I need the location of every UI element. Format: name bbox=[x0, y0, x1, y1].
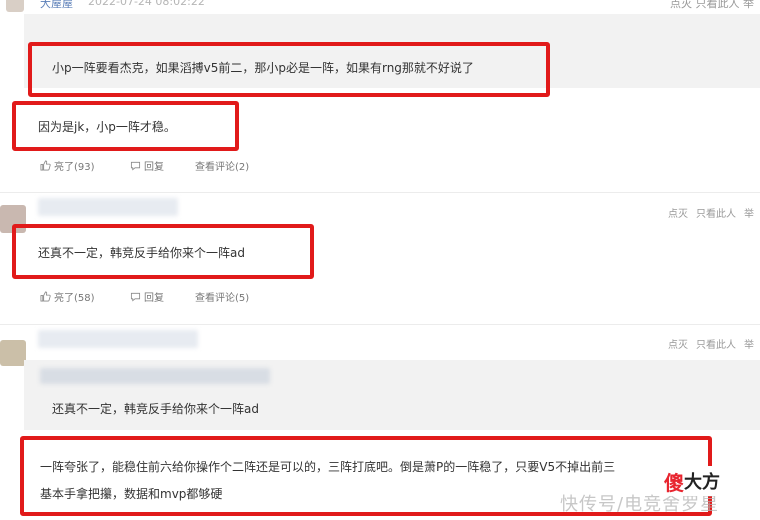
quoted-text: 还真不一定，韩竞反手给你来个一阵ad bbox=[52, 402, 259, 416]
view-replies-label: 查看评论(5) bbox=[195, 293, 250, 304]
report-link[interactable]: 举 bbox=[744, 205, 754, 220]
comment-actions[interactable]: 点灭 只看此人 举 bbox=[670, 0, 754, 11]
downvote-link[interactable]: 点灭 bbox=[668, 205, 688, 220]
reply-icon bbox=[130, 292, 141, 302]
logo-text: 大方 bbox=[684, 472, 720, 493]
view-replies-button[interactable]: 查看评论(5) bbox=[195, 289, 249, 304]
username[interactable] bbox=[38, 198, 178, 216]
reply-icon bbox=[130, 161, 141, 171]
logo: 傻 大方 bbox=[664, 466, 746, 496]
reply-button[interactable]: 回复 bbox=[130, 289, 164, 304]
avatar[interactable] bbox=[6, 0, 24, 12]
thumbs-up-icon bbox=[40, 291, 51, 302]
comment-actions: 点灭 只看此人 举 bbox=[668, 205, 754, 220]
comment-text-line2: 基本手拿把攥，数据和mvp都够硬 bbox=[40, 487, 223, 501]
comment-text-line1: 一阵夸张了，能稳住前六给你操作个二阵还是可以的，三阵打底吧。倒是萧P的一阵稳了，… bbox=[40, 460, 616, 474]
previous-comment-header: 大屋屋 2022-07-24 08:02:22 点灭 只看此人 举 bbox=[0, 0, 760, 14]
reply-button[interactable]: 回复 bbox=[130, 158, 164, 173]
quoted-text: 小p一阵要看杰克，如果滔搏v5前二，那小p必是一阵，如果有rng那就不好说了 bbox=[52, 61, 474, 75]
username[interactable]: 大屋屋 bbox=[40, 0, 73, 11]
report-link[interactable]: 举 bbox=[744, 336, 754, 351]
divider bbox=[0, 192, 760, 193]
like-button[interactable]: 亮了(93) bbox=[40, 158, 95, 173]
comment-text: 还真不一定，韩竞反手给你来个一阵ad bbox=[38, 246, 245, 260]
view-replies-button[interactable]: 查看评论(2) bbox=[195, 158, 249, 173]
comment-text: 因为是jk，小p一阵才稳。 bbox=[38, 120, 176, 134]
thumbs-up-icon bbox=[40, 160, 51, 171]
reply-label: 回复 bbox=[144, 162, 164, 173]
avatar[interactable] bbox=[0, 340, 26, 366]
like-count: 亮了(93) bbox=[54, 162, 95, 173]
comment-actions: 点灭 只看此人 举 bbox=[668, 336, 754, 351]
downvote-link[interactable]: 点灭 bbox=[668, 336, 688, 351]
username[interactable] bbox=[38, 330, 198, 348]
only-this-user-link[interactable]: 只看此人 bbox=[696, 205, 736, 220]
view-replies-label: 查看评论(2) bbox=[195, 162, 250, 173]
timestamp: 2022-07-24 08:02:22 bbox=[88, 0, 205, 8]
like-button[interactable]: 亮了(58) bbox=[40, 289, 95, 304]
like-count: 亮了(58) bbox=[54, 293, 95, 304]
divider bbox=[0, 324, 760, 325]
quoted-username bbox=[40, 368, 270, 384]
reply-label: 回复 bbox=[144, 293, 164, 304]
only-this-user-link[interactable]: 只看此人 bbox=[696, 336, 736, 351]
logo-mark: 傻 bbox=[664, 470, 684, 495]
